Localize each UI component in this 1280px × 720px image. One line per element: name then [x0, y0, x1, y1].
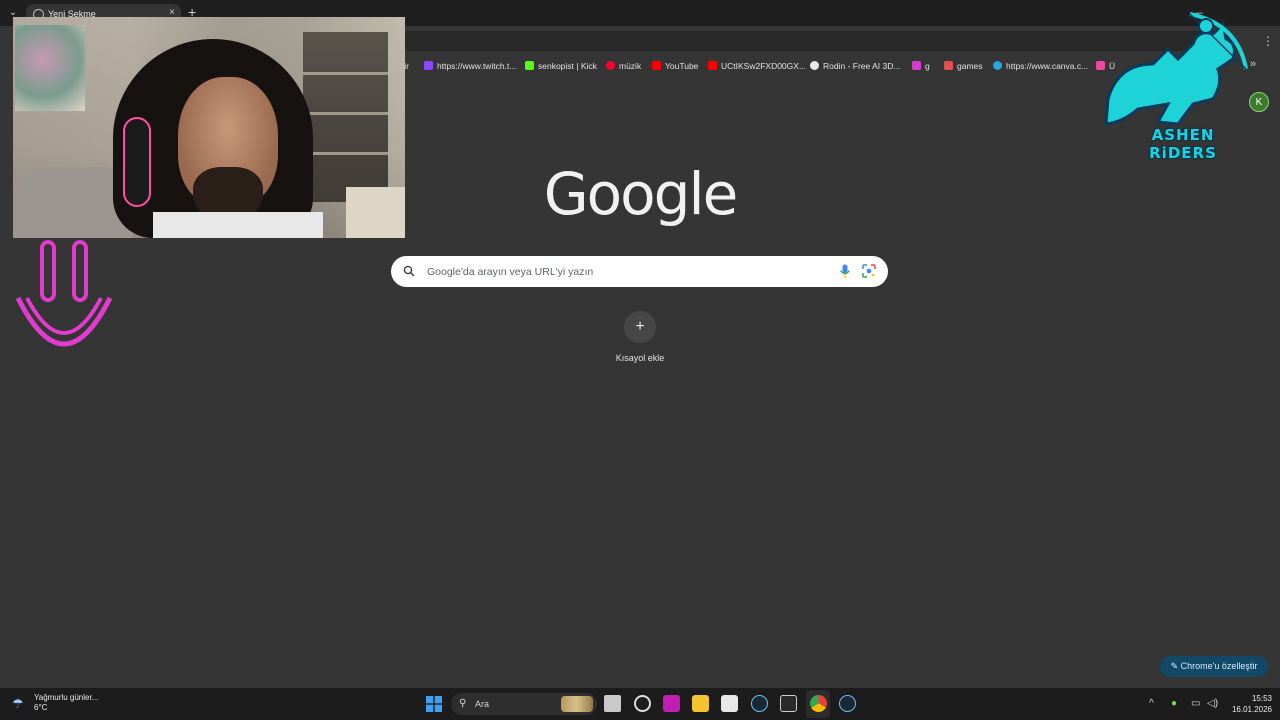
bookmark-label: https://www.canva.c... [1006, 61, 1089, 71]
youtube-music-icon [606, 61, 615, 70]
windows-start-icon[interactable] [426, 696, 442, 712]
rodin-icon [810, 61, 819, 70]
search-icon: ⚲ [459, 698, 467, 709]
bookmark-label: müzik [619, 61, 642, 71]
bookmark-item[interactable]: senkopist | Kick [525, 59, 597, 73]
bookmark-label: g [925, 61, 930, 71]
search-icon [403, 265, 415, 277]
webcam-blanket [346, 187, 405, 238]
bookmark-label: UCtIKSw2FXD00GX... [721, 61, 807, 71]
bookmark-label: YouTube [665, 61, 699, 71]
webcam-overlay [13, 17, 405, 238]
add-shortcut-label[interactable]: Kısayol ekle [600, 353, 680, 363]
clock-time: 15:53 [1251, 694, 1272, 703]
store-app-icon[interactable] [721, 695, 738, 712]
customize-chrome-button[interactable]: ✎ Chrome'u özelleştir [1160, 656, 1268, 677]
google-lens-icon[interactable] [862, 264, 876, 278]
canva-icon [993, 61, 1002, 70]
taskbar-clock[interactable]: 15:53 16.01.2026 [1222, 693, 1272, 715]
taskbar: ☂ Yağmurlu günler... 6°C ⚲ Ara ^ ● ▭ ◁) … [0, 688, 1280, 720]
tray-overflow-chevron-icon[interactable]: ^ [1149, 698, 1154, 709]
add-shortcut-button[interactable]: + [624, 311, 656, 343]
bookmark-item[interactable]: https://www.twitch.t... [424, 59, 516, 73]
bookmark-label: Rodin - Free AI 3D... [823, 61, 901, 71]
bookmark-item[interactable]: https://www.canva.c... [993, 59, 1088, 73]
taskbar-search[interactable]: ⚲ Ara [451, 693, 597, 715]
google-logo: Google [543, 160, 739, 228]
chrome-app-icon[interactable] [810, 695, 827, 712]
youtube-icon [708, 61, 717, 70]
webcam-headset [123, 117, 151, 207]
volume-icon[interactable]: ◁) [1207, 698, 1218, 709]
bookmark-item[interactable]: g [912, 59, 930, 73]
weather-temperature: 6°C [34, 703, 48, 712]
clock-date: 16.01.2026 [1231, 705, 1272, 714]
epic-games-app-icon[interactable] [780, 695, 797, 712]
streaming-app-icon[interactable] [663, 695, 680, 712]
games-icon [944, 61, 953, 70]
webcam-painting [15, 25, 85, 111]
chrome-menu-button[interactable]: ⋮ [1262, 34, 1274, 48]
bookmark-item[interactable]: müzik [606, 59, 641, 73]
webcam-shelf-board [303, 112, 388, 115]
search-highlight-image [561, 696, 593, 712]
network-icon[interactable]: ▭ [1191, 698, 1200, 709]
bookmark-item[interactable]: Rodin - Free AI 3D... [810, 59, 900, 73]
search-input[interactable] [425, 261, 819, 283]
rain-umbrella-icon[interactable]: ☂ [12, 696, 24, 712]
taskbar-search-label: Ara [475, 699, 490, 709]
weather-description: Yağmurlu günler... [34, 693, 99, 702]
pencil-icon: ✎ [1170, 661, 1179, 671]
snipping-app-icon[interactable] [634, 695, 651, 712]
customize-chrome-label: Chrome'u özelleştir [1180, 661, 1258, 671]
microphone-icon[interactable] [839, 264, 851, 279]
steam-app-icon[interactable] [751, 695, 768, 712]
search-box[interactable] [391, 256, 888, 287]
microphone-tray-icon[interactable]: ● [1171, 698, 1177, 709]
steam-secondary-app-icon[interactable] [839, 695, 856, 712]
webcam-person-shirt [153, 212, 323, 238]
bookmark-label: senkopist | Kick [538, 61, 597, 71]
smiley-overlay-icon [15, 240, 113, 347]
file-explorer-app-icon[interactable] [604, 695, 621, 712]
youtube-icon [652, 61, 661, 70]
folder-app-icon[interactable] [692, 695, 709, 712]
bookmark-item[interactable]: games [944, 59, 983, 73]
bookmark-item[interactable]: UCtIKSw2FXD00GX... [708, 59, 806, 73]
kick-icon [525, 61, 534, 70]
kn-icon [912, 61, 921, 70]
webcam-shelf [303, 32, 388, 202]
profile-avatar[interactable]: K [1249, 92, 1269, 112]
webcam-shelf-board [303, 152, 388, 155]
bookmark-label: https://www.twitch.t... [437, 61, 517, 71]
bookmark-item[interactable]: YouTube [652, 59, 698, 73]
twitch-icon [424, 61, 433, 70]
weather-widget[interactable]: Yağmurlu günler... 6°C [34, 693, 98, 713]
ashen-riders-logo-text: ASHEN RiDERS [1149, 126, 1217, 162]
bookmark-label: games [957, 61, 983, 71]
webcam-shelf-board [303, 72, 388, 75]
